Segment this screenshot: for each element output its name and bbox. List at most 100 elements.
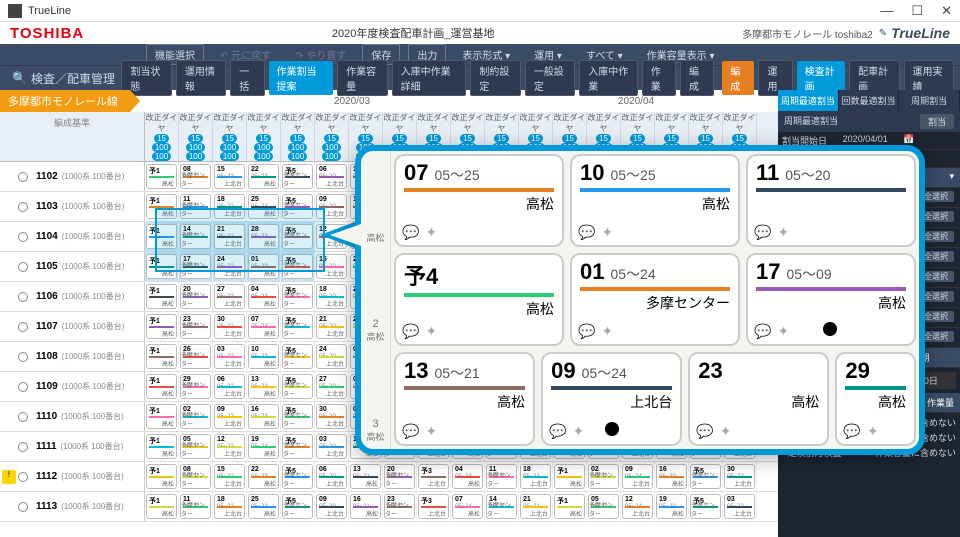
schedule-piece[interactable]: 12 05~24上北台 [622,494,653,519]
schedule-piece[interactable]: 21 05~21上北台 [520,494,551,519]
schedule-piece[interactable]: 01 05~23高松 [248,254,279,279]
schedule-piece[interactable]: 13 05~23高松 [248,374,279,399]
row-label[interactable]: !1112(1000系 100番台) [0,462,145,491]
schedule-piece[interactable]: 02 05~21多摩センター [180,404,211,429]
row-label[interactable]: 1103(1000系 100番台) [0,192,145,221]
callout-piece[interactable]: 1305～21高松💬✦ [394,352,535,445]
schedule-piece[interactable]: 予1 高松 [554,494,585,519]
schedule-piece[interactable]: 予1 高松 [146,374,177,399]
schedule-piece[interactable]: 予5 多摩センター [282,404,313,429]
row-label[interactable]: 1110(1000系 100番台) [0,402,145,431]
schedule-piece[interactable]: 30 05~22上北台 [214,314,245,339]
schedule-piece[interactable]: 予5 多摩センター [282,314,313,339]
schedule-piece[interactable]: 予5 多摩センター [282,344,313,369]
callout-piece[interactable]: 23高松💬✦ [688,352,829,445]
schedule-piece[interactable]: 29 05~21多摩センター [180,374,211,399]
day-col[interactable]: 改正ダイヤ15 100 100 [179,112,213,161]
schedule-piece[interactable]: 予5 多摩センター [282,374,313,399]
schedule-piece[interactable]: 予5 多摩センター [282,164,313,189]
rp-tab-0[interactable]: 周期最適割当 [778,90,839,111]
schedule-piece[interactable]: 19 05~20高松 [656,494,687,519]
schedule-piece[interactable]: 03 05~20上北台 [316,434,347,459]
schedule-piece[interactable]: 16 05~23高松 [248,404,279,429]
schedule-piece[interactable]: 28 05~23高松 [248,224,279,249]
schedule-piece[interactable]: 22 05~23高松 [248,464,279,489]
tbr-0[interactable]: 編成 [722,61,754,95]
day-col[interactable]: 改正ダイヤ15 100 100 [145,112,179,161]
callout-piece[interactable]: 予4高松💬✦ [394,253,564,346]
row-label[interactable]: 1108(1000系 100番台) [0,342,145,371]
schedule-piece[interactable]: 21 05~22上北台 [214,224,245,249]
schedule-piece[interactable]: 予1 高松 [146,464,177,489]
schedule-piece[interactable]: 07 05~23高松 [248,314,279,339]
rp-tab-1[interactable]: 回数最適割当 [839,90,900,111]
callout-piece[interactable]: 29高松💬✦ [835,352,916,445]
schedule-piece[interactable]: 08 05~21多摩センター [180,464,211,489]
schedule-piece[interactable]: 予1 高松 [146,284,177,309]
schedule-piece[interactable]: 25 05~23高松 [248,494,279,519]
schedule-piece[interactable]: 12 05~22上北台 [214,434,245,459]
schedule-piece[interactable]: 09 05~22上北台 [214,404,245,429]
schedule-piece[interactable]: 04 05~24高松 [452,464,483,489]
schedule-piece[interactable]: 18 05~20上北台 [316,284,347,309]
row-label[interactable]: 1105(1000系 100番台) [0,252,145,281]
schedule-piece[interactable]: 21 05~20上北台 [316,314,347,339]
schedule-piece[interactable]: 18 05~22上北台 [214,194,245,219]
row-label[interactable]: 1104(1000系 100番台) [0,222,145,251]
schedule-piece[interactable]: 04 05~23高松 [248,284,279,309]
tb-2[interactable]: 一括 [230,60,264,96]
assign-btn[interactable]: 割当 [920,114,954,129]
schedule-piece[interactable]: 22 05~23高松 [248,164,279,189]
callout-piece[interactable]: 0905～24上北台💬✦ [541,352,682,445]
tb-5[interactable]: 入庫中作業詳細 [392,60,467,96]
schedule-piece[interactable]: 23 05~21多摩センター [180,314,211,339]
schedule-piece[interactable]: 予1 高松 [554,464,585,489]
tb-9[interactable]: 作業 [642,60,676,96]
schedule-piece[interactable]: 予1 高松 [146,254,177,279]
schedule-piece[interactable]: 02 05~23多摩センター [588,464,619,489]
rp-tab-2[interactable]: 周期割当 [899,90,960,111]
callout-piece[interactable]: 1005～25高松💬✦ [570,154,740,247]
schedule-piece[interactable]: 18 05~21上北台 [520,464,551,489]
schedule-piece[interactable]: 20 05~21多摩センター [180,284,211,309]
schedule-piece[interactable]: 15 05~22上北台 [214,164,245,189]
schedule-piece[interactable]: 09 05~24上北台 [622,464,653,489]
schedule-piece[interactable]: 19 05~23高松 [248,434,279,459]
schedule-piece[interactable]: 予1 高松 [146,164,177,189]
schedule-piece[interactable]: 27 05~22上北台 [214,284,245,309]
schedule-piece[interactable]: 07 05~24高松 [452,494,483,519]
schedule-piece[interactable]: 16 05~20高松 [656,464,687,489]
schedule-piece[interactable]: 15 05~20上北台 [316,254,347,279]
callout-piece[interactable]: 1105～20💬✦ [746,154,916,247]
tb-4[interactable]: 作業容量 [337,60,387,96]
schedule-piece[interactable]: 27 05~20上北台 [316,374,347,399]
window-max[interactable]: ☐ [911,3,923,19]
schedule-piece[interactable]: 18 05~22上北台 [214,494,245,519]
tb-1[interactable]: 運用情報 [176,60,226,96]
schedule-piece[interactable]: 06 05~20上北台 [316,464,347,489]
schedule-piece[interactable]: 予1 高松 [146,194,177,219]
tb-7[interactable]: 一般設定 [525,60,575,96]
schedule-piece[interactable]: 05 05~21多摩センター [180,434,211,459]
schedule-piece[interactable]: 予1 高松 [146,314,177,339]
schedule-piece[interactable]: 24 05~20上北台 [316,344,347,369]
schedule-piece[interactable]: 30 05~22上北台 [724,464,755,489]
schedule-piece[interactable]: 予5 多摩センター [282,224,313,249]
schedule-piece[interactable]: 予5 多摩センター [282,464,313,489]
schedule-piece[interactable]: 25 05~23高松 [248,194,279,219]
tb-6[interactable]: 制約設定 [470,60,520,96]
schedule-piece[interactable]: 予5 多摩センター [282,494,313,519]
tb-10[interactable]: 編成 [680,60,714,96]
schedule-piece[interactable]: 06 05~20上北台 [316,164,347,189]
schedule-piece[interactable]: 30 05~20上北台 [316,404,347,429]
schedule-piece[interactable]: 05 05~23多摩センター [588,494,619,519]
schedule-piece[interactable]: 09 05~20上北台 [316,494,347,519]
schedule-piece[interactable]: 15 05~22上北台 [214,464,245,489]
schedule-piece[interactable]: 11 05~21多摩センター [180,194,211,219]
row-label[interactable]: 1107(1000系 100番台) [0,312,145,341]
callout-piece[interactable]: 0105～24多摩センター💬✦ [570,253,740,346]
schedule-piece[interactable]: 予1 高松 [146,494,177,519]
callout-piece[interactable]: 0705～25高松💬✦ [394,154,564,247]
row-label[interactable]: 1111(1000系 100番台) [0,432,145,461]
schedule-piece[interactable]: 予1 高松 [146,434,177,459]
